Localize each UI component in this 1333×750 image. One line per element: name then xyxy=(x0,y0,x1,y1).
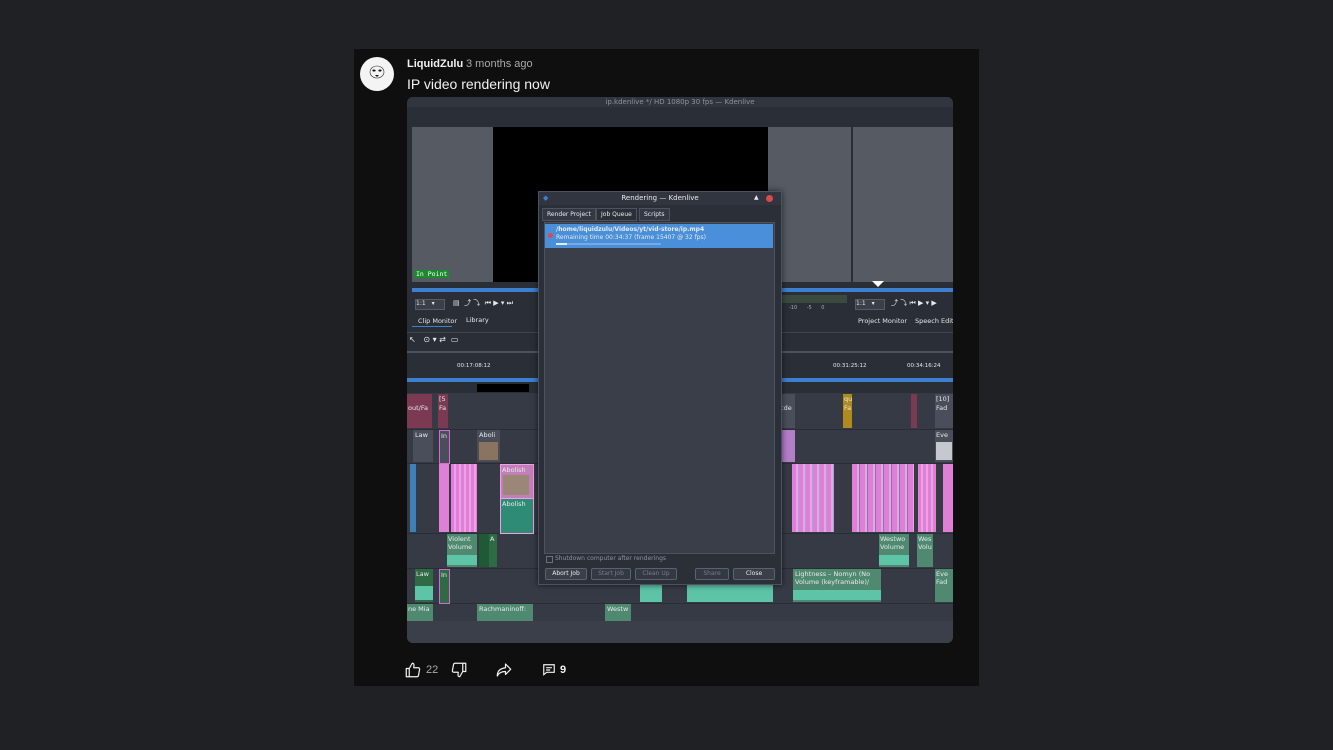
timeline-clip[interactable]: Westwo Volume xyxy=(879,534,909,567)
comment-icon xyxy=(543,664,555,676)
close-icon[interactable] xyxy=(766,195,773,202)
timeline-clip[interactable]: Westw xyxy=(605,604,631,621)
shutdown-checkbox[interactable] xyxy=(546,556,553,563)
zoom-right-value: 1:1 xyxy=(856,300,866,307)
project-zoom-select[interactable]: 1:1 ▾ xyxy=(855,299,885,310)
timecode-3: 00:34:16:24 xyxy=(907,363,941,369)
chevron-down-icon: ▾ xyxy=(431,300,435,307)
timeline-clip[interactable]: Violent Volume xyxy=(447,534,477,567)
abort-job-button[interactable]: Abort Job xyxy=(545,568,587,580)
audio-scale: -10 -5 0 xyxy=(789,305,825,311)
post-text: IP video rendering now xyxy=(407,76,550,92)
timeline-clip[interactable] xyxy=(439,464,449,532)
timeline-clip[interactable] xyxy=(792,464,834,532)
audio-level-meter xyxy=(782,295,847,303)
thumbs-up-icon xyxy=(405,662,421,678)
job-path: /home/liquidzulu/Videos/yt/vid-store/ip.… xyxy=(556,226,705,233)
timeline-zone xyxy=(477,384,529,392)
start-job-button[interactable]: Start Job xyxy=(591,568,631,580)
timeline-statusbar xyxy=(407,621,953,643)
timeline-clip[interactable]: out/Fa xyxy=(407,394,432,428)
active-tab-underline xyxy=(412,326,452,327)
tab-speech-editor[interactable]: Speech Editor xyxy=(915,317,953,325)
job-status: Remaining time 00:34:37 (frame 15407 @ 3… xyxy=(556,234,706,241)
timeline-clip[interactable]: Lightness – Nomyn (No Volume (keyframable… xyxy=(793,569,881,602)
post-actions: 22 9 xyxy=(404,660,604,680)
share-button[interactable]: Share xyxy=(695,568,729,580)
timeline-clip[interactable]: Law xyxy=(415,569,433,602)
clip-monitor-ruler[interactable] xyxy=(412,288,542,292)
share-post-button[interactable] xyxy=(494,660,514,680)
avatar[interactable] xyxy=(360,57,394,91)
timeline-clip[interactable] xyxy=(943,464,953,532)
timeline-clip[interactable]: Abolish xyxy=(500,498,534,534)
minimize-icon[interactable]: ▲ xyxy=(754,194,759,201)
chevron-down-icon: ▾ xyxy=(871,300,875,307)
timeline-clip[interactable] xyxy=(451,464,477,532)
timecode-1: 00:17:08:12 xyxy=(457,363,491,369)
dialog-title: Rendering — Kdenlive xyxy=(621,194,699,202)
job-progress-track xyxy=(556,243,661,245)
timeline-clip[interactable] xyxy=(410,464,416,532)
post-image[interactable]: ip.kdenlive */ HD 1080p 30 fps — Kdenliv… xyxy=(407,97,953,643)
post-author[interactable]: LiquidZulu xyxy=(407,58,463,70)
timeline-clip[interactable] xyxy=(911,394,917,428)
timeline-clip[interactable] xyxy=(918,464,936,532)
share-arrow-icon xyxy=(496,663,512,677)
render-status-icon xyxy=(548,233,553,238)
project-monitor-video xyxy=(853,127,953,282)
shutdown-label: Shutdown computer after renderings xyxy=(555,555,667,562)
timeline-clip[interactable]: In xyxy=(439,569,450,604)
timeline-clip[interactable]: Abolish xyxy=(500,464,534,500)
job-list[interactable] xyxy=(544,222,775,554)
timeline-tool-icons[interactable]: ↖ ⊙ ▾ ⇄ ▭ xyxy=(409,335,458,344)
playhead-marker-icon[interactable] xyxy=(872,281,884,287)
tab-project-monitor[interactable]: Project Monitor xyxy=(858,317,907,325)
window-title: ip.kdenlive */ HD 1080p 30 fps — Kdenliv… xyxy=(605,98,755,106)
timeline-clip[interactable]: Wes Volu xyxy=(917,534,933,567)
timeline-clip[interactable]: Aboli xyxy=(477,430,500,462)
thumbs-down-icon xyxy=(451,662,467,678)
zoom-left-value: 1:1 xyxy=(416,300,426,307)
timeline-clip[interactable]: Eve Fad xyxy=(935,569,953,602)
clip-monitor-left-pane xyxy=(412,127,493,282)
like-button[interactable]: 22 xyxy=(404,660,438,680)
timeline-clip[interactable]: In xyxy=(439,430,450,464)
timeline-clip[interactable]: [5 Fa xyxy=(438,394,448,428)
clip-zoom-select[interactable]: 1:1 ▾ xyxy=(415,299,445,310)
timeline-clip[interactable] xyxy=(852,464,914,532)
post-card: LiquidZulu 3 months ago IP video renderi… xyxy=(354,49,979,686)
clip-toolbar-icons[interactable]: ▤ ⤴ ⤵ ⏮ ▶ ▾ ⏭ xyxy=(453,298,513,308)
timecode-2: 00:31:25:12 xyxy=(833,363,867,369)
dislike-button[interactable] xyxy=(450,660,468,680)
clean-up-button[interactable]: Clean Up xyxy=(635,568,677,580)
mask-face-icon xyxy=(369,65,385,79)
tab-render-project[interactable]: Render Project xyxy=(542,208,596,221)
timeline-clip[interactable]: [10] Fad xyxy=(935,394,953,428)
rendering-dialog: ◆ Rendering — Kdenlive ▲ Render Project … xyxy=(538,191,782,585)
timeline-clip[interactable]: ne Mia xyxy=(407,604,433,621)
job-progress-fill xyxy=(556,243,567,245)
tab-job-queue[interactable]: Job Queue xyxy=(596,208,637,221)
job-row[interactable]: /home/liquidzulu/Videos/yt/vid-store/ip.… xyxy=(545,224,773,248)
comment-count: 9 xyxy=(560,664,567,676)
tab-scripts[interactable]: Scripts xyxy=(639,208,670,221)
in-point-label: In Point xyxy=(414,270,450,278)
timeline-clip[interactable]: A xyxy=(489,534,497,567)
comments-button[interactable]: 9 xyxy=(542,660,566,680)
timeline-clip[interactable]: Rachmaninoff: xyxy=(477,604,533,621)
timeline-clip[interactable]: Law xyxy=(413,430,433,462)
project-monitor-ruler[interactable] xyxy=(782,288,953,292)
tab-library[interactable]: Library xyxy=(466,316,489,324)
tab-clip-monitor[interactable]: Clip Monitor xyxy=(418,317,457,325)
like-count: 22 xyxy=(426,664,439,676)
post-time[interactable]: 3 months ago xyxy=(466,58,533,70)
timeline-clip[interactable]: qu Fa xyxy=(843,394,852,428)
close-button[interactable]: Close xyxy=(733,568,775,580)
project-toolbar-icons[interactable]: ⤴ ⤵ ⏮ ▶ ▾ ▶ xyxy=(891,298,937,308)
timeline-clip[interactable]: Eve xyxy=(935,430,953,462)
